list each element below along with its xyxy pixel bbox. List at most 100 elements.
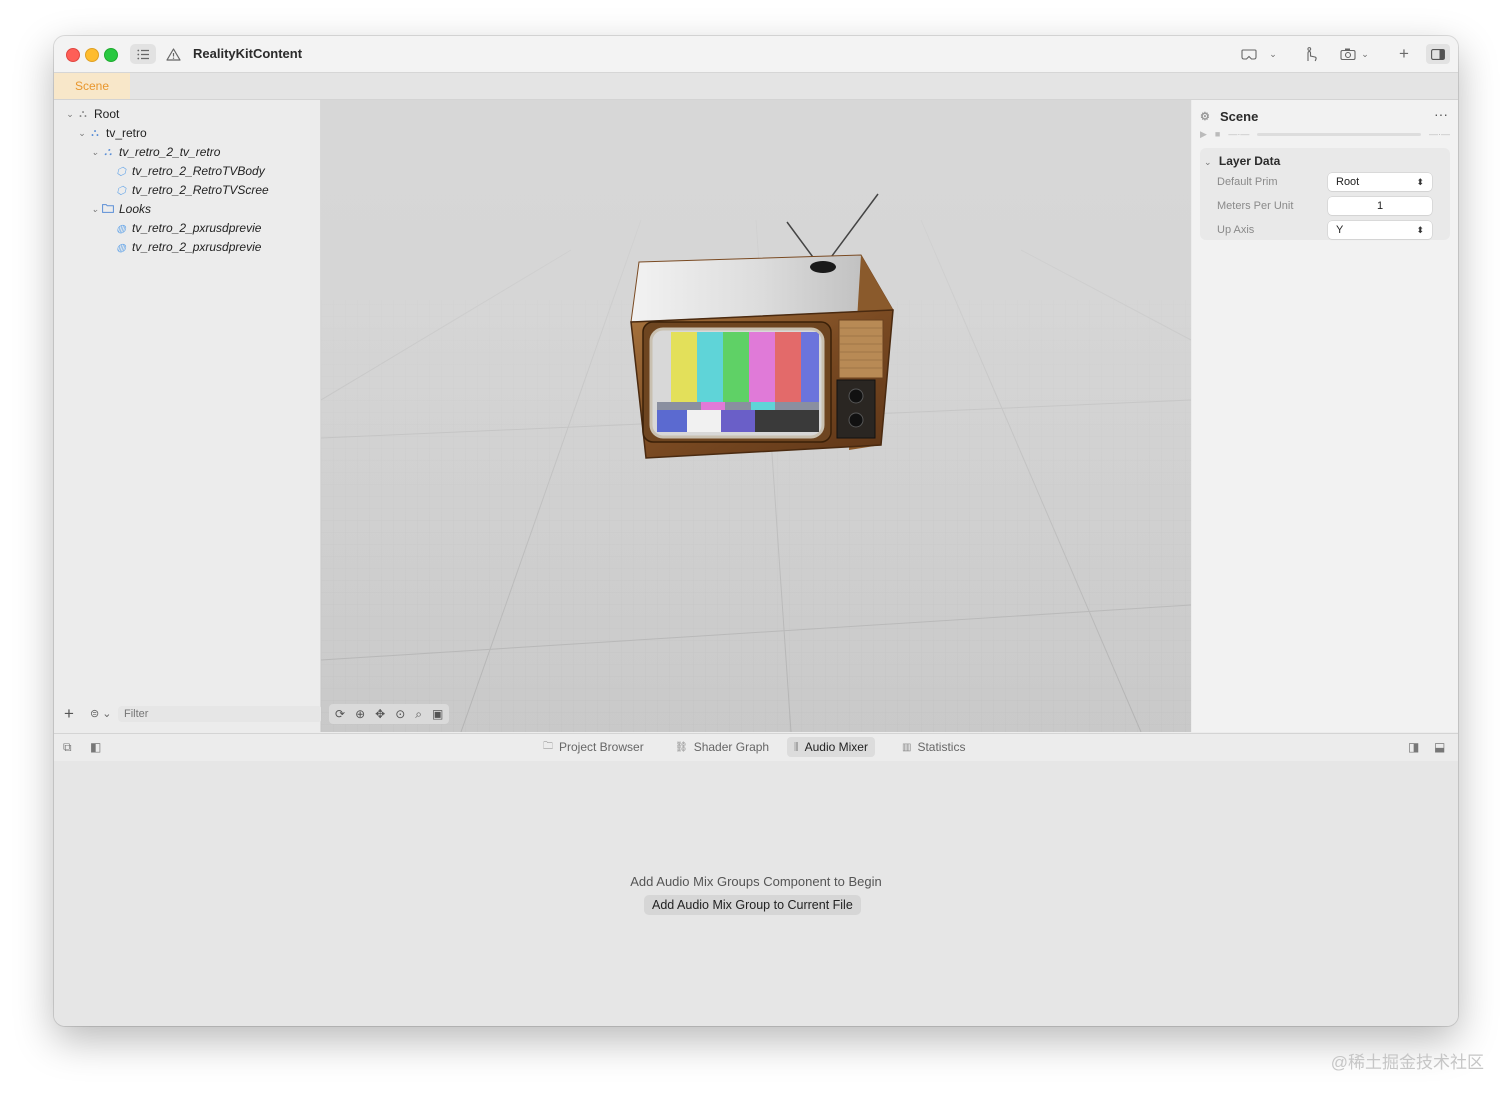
tab-shader-graph[interactable]: ⛓ Shader Graph [668,737,776,757]
tree-item-label: tv_retro_2_RetroTVBody [132,164,265,178]
entity-icon: ⛬ [104,145,112,158]
up-axis-value: Y [1336,224,1344,236]
list-icon[interactable] [130,44,156,64]
center-icon[interactable]: ⊙ [395,707,405,721]
inspector-header: ⚙ Scene [1200,109,1258,124]
disclosure-chevron-icon[interactable]: ⌄ [89,147,101,158]
inspector-toggle-icon[interactable] [1426,44,1450,64]
chevron-down-icon[interactable]: ⌄ [1204,157,1212,167]
scene-settings-icon: ⚙ [1200,111,1210,123]
editor-tab-bar: Scene [54,73,1458,100]
camera-view-icon[interactable]: ▣ [432,707,443,721]
gesture-icon[interactable] [1300,44,1322,64]
material-icon: ◍ [116,241,126,254]
more-options-icon[interactable]: ··· [1434,106,1448,122]
default-prim-popup[interactable]: Root ⬍ [1328,173,1432,191]
watermark-text: @稀土掘金技术社区 [1330,1053,1484,1072]
popup-stepper-icon: ⬍ [1416,224,1424,235]
timeline-slider[interactable] [1257,132,1421,136]
chevron-down-icon[interactable]: ⌄ [1358,44,1372,64]
tree-item-label: Looks [119,202,152,216]
tab-label: Project Browser [559,740,644,754]
warning-icon[interactable] [162,44,184,64]
test-pattern-screen [649,327,825,439]
bottom-panel-toggle-icon[interactable]: ⬓ [1434,740,1445,754]
popup-stepper-icon: ⬍ [1416,176,1424,187]
tree-item-tv-retro[interactable]: ⌄ ⛬ tv_retro [76,124,147,142]
title-bar: RealityKitContent ⌄ ⌄ + [54,36,1458,73]
tree-item-tv-retro-2-tv-retro[interactable]: ⌄ ⛬ tv_retro_2_tv_retro [89,143,220,161]
stop-icon[interactable]: ■ [1215,129,1220,139]
app-window: RealityKitContent ⌄ ⌄ + Scene ⌄ ⛬ Root ⌄… [54,36,1458,1026]
inspector-panel: ⚙ Scene ··· ▶ ■ —·— —·— ⌄ Layer Data Def… [1192,100,1458,732]
up-axis-label: Up Axis [1217,224,1255,236]
tree-item-root[interactable]: ⌄ ⛬ Root [64,105,119,123]
play-icon[interactable]: ▶ [1200,129,1207,140]
viewport-scene [321,100,1191,732]
add-audio-mix-group-button[interactable]: Add Audio Mix Group to Current File [644,895,861,915]
tree-item-label: tv_retro_2_RetroTVScree [132,183,269,197]
default-prim-label: Default Prim [1217,176,1278,188]
timeline-end-icon: —·— [1429,129,1450,139]
filter-options-icon[interactable]: ⊜ ⌄ [90,707,112,720]
disclosure-chevron-icon[interactable]: ⌄ [64,109,76,120]
orbit-icon[interactable]: ⟳ [335,707,345,721]
tab-scene[interactable]: Scene [54,73,130,99]
close-window-button[interactable] [66,48,80,62]
tree-item-label: tv_retro_2_pxrusdprevie [132,221,262,235]
tab-label: Statistics [917,740,966,754]
move-icon[interactable]: ✥ [375,707,385,721]
meters-per-unit-field[interactable]: 1 [1328,197,1432,215]
layer-data-section: ⌄ Layer Data Default Prim Root ⬍ Meters … [1200,148,1450,240]
meters-per-unit-value: 1 [1376,200,1384,212]
chart-icon: ▥ [902,741,912,753]
right-panel-toggle-icon[interactable]: ◨ [1408,740,1419,754]
tab-label: Shader Graph [693,740,770,754]
vr-headset-icon[interactable] [1238,44,1260,64]
scene-hierarchy-panel: ⌄ ⛬ Root ⌄ ⛬ tv_retro ⌄ ⛬ tv_retro_2_tv_… [54,100,322,732]
zoom-icon[interactable]: ⌕ [415,707,422,722]
sidebar-toggle-icon[interactable]: ◧ [90,740,101,754]
chevron-down-icon[interactable]: ⌄ [1266,44,1280,64]
minimize-window-button[interactable] [85,48,99,62]
cube-icon: ⬡ [116,165,126,178]
tree-item-looks[interactable]: ⌄ Looks [89,200,151,218]
folder-icon: 🗀 [543,740,553,752]
default-prim-value: Root [1336,176,1360,188]
bottom-panel-tab-bar: ⧉ ◧ 🗀 Project Browser ⛓ Shader Graph ⫼ A… [54,733,1458,762]
playback-timeline: ▶ ■ —·— —·— [1200,128,1450,140]
entity-icon: ⛬ [79,107,87,120]
tab-label: Audio Mixer [804,740,868,754]
folder-icon [101,203,115,216]
tree-item-label: tv_retro [106,126,147,140]
section-title: Layer Data [1218,154,1281,168]
entity-icon: ⛬ [91,126,99,139]
zoom-window-button[interactable] [104,48,118,62]
pan-icon[interactable]: ⊕ [355,707,365,721]
3d-viewport[interactable]: ⟳ ⊕ ✥ ⊙ ⌕ ▣ [321,100,1191,732]
window-stack-icon[interactable]: ⧉ [63,740,72,755]
meters-per-unit-label: Meters Per Unit [1217,200,1294,212]
disclosure-chevron-icon[interactable]: ⌄ [76,128,88,139]
mixer-icon: ⫼ [794,741,799,753]
tab-audio-mixer[interactable]: ⫼ Audio Mixer [787,737,875,757]
disclosure-chevron-icon[interactable]: ⌄ [89,204,101,215]
tree-item-material-2[interactable]: ◍ tv_retro_2_pxrusdprevie [114,238,261,256]
tab-statistics[interactable]: ▥ Statistics [895,737,972,757]
cube-icon: ⬡ [116,184,126,197]
tree-item-material-1[interactable]: ◍ tv_retro_2_pxrusdprevie [114,219,261,237]
tree-item-label: tv_retro_2_pxrusdprevie [132,240,262,254]
hierarchy-filter-bar: + ⊜ ⌄ [54,698,322,732]
tab-project-browser[interactable]: 🗀 Project Browser [536,737,651,757]
up-axis-popup[interactable]: Y ⬍ [1328,221,1432,239]
app-title: RealityKitContent [193,46,303,61]
node-graph-icon: ⛓ [675,741,688,753]
filter-input[interactable] [118,706,322,722]
inspector-title: Scene [1220,109,1259,124]
section-header[interactable]: ⌄ Layer Data [1204,154,1280,168]
tree-item-retro-tv-screen[interactable]: ⬡ tv_retro_2_RetroTVScree [114,181,269,199]
add-entity-button[interactable]: + [64,704,74,724]
camera-icon[interactable] [1338,44,1358,64]
plus-icon[interactable]: + [1394,44,1414,64]
tree-item-retro-tv-body[interactable]: ⬡ tv_retro_2_RetroTVBody [114,162,265,180]
